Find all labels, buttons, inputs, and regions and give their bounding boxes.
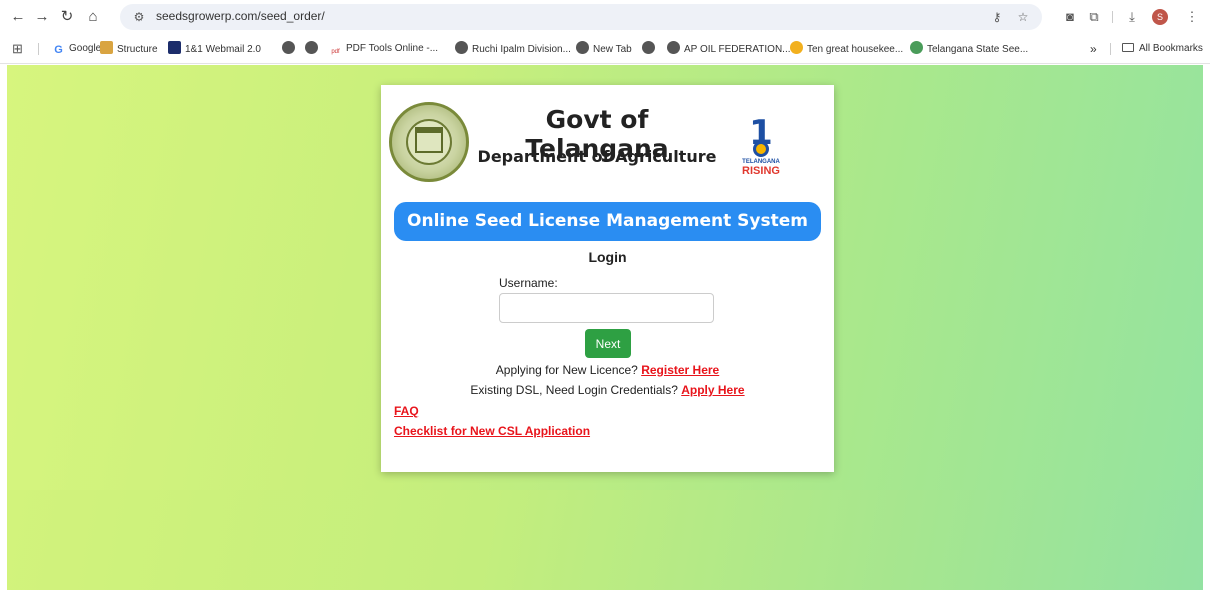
globe-icon xyxy=(455,41,468,54)
existing-dsl-line: Existing DSL, Need Login Credentials? Ap… xyxy=(381,383,834,397)
kebab-menu-icon[interactable]: ⋮ xyxy=(1182,7,1202,27)
rising-ring-icon xyxy=(753,141,769,157)
checklist-link[interactable]: Checklist for New CSL Application xyxy=(394,424,590,438)
bookmark-housekeeping[interactable]: Ten great housekee... xyxy=(790,41,903,57)
bookmark-telangana-seeds[interactable]: Telangana State See... xyxy=(910,41,1028,57)
system-name-banner: Online Seed License Management System xyxy=(394,202,821,241)
all-bookmarks-button[interactable]: All Bookmarks xyxy=(1122,41,1203,57)
bookmark-google[interactable]: G Google xyxy=(52,41,101,57)
faq-link[interactable]: FAQ xyxy=(394,404,419,418)
bookmark-globe-3[interactable] xyxy=(642,41,659,57)
google-icon: G xyxy=(52,44,65,57)
bookmark-ap-oil[interactable]: AP OIL FEDERATION... xyxy=(667,41,791,57)
globe-icon xyxy=(305,41,318,54)
bookmark-label: PDF Tools Online -... xyxy=(346,43,439,54)
bookmarks-divider xyxy=(38,43,39,55)
camera-icon[interactable]: ◙ xyxy=(1060,7,1080,27)
bookmark-label: AP OIL FEDERATION... xyxy=(684,44,791,55)
webmail-icon xyxy=(168,41,181,54)
register-here-link[interactable]: Register Here xyxy=(641,363,719,377)
forward-arrow-icon[interactable]: → xyxy=(32,7,52,27)
bookmark-globe-1[interactable] xyxy=(282,41,299,57)
home-icon[interactable]: ⌂ xyxy=(83,7,103,27)
bookmark-webmail[interactable]: 1&1 Webmail 2.0 xyxy=(168,41,261,57)
next-button[interactable]: Next xyxy=(585,329,631,358)
bookmark-structure[interactable]: Structure xyxy=(100,41,158,57)
bookmark-new-tab[interactable]: New Tab xyxy=(576,41,632,57)
bookmark-label: 1&1 Webmail 2.0 xyxy=(185,44,261,55)
emblem-tower xyxy=(415,127,443,153)
telangana-emblem-logo xyxy=(389,102,469,182)
apply-here-link[interactable]: Apply Here xyxy=(681,383,744,397)
bookmark-label: Google xyxy=(69,43,102,54)
page-background: Govt of Telangana Department of Agricult… xyxy=(7,65,1203,590)
footer-band xyxy=(7,490,1203,590)
username-input[interactable] xyxy=(499,293,714,323)
bookmark-label: Structure xyxy=(117,44,158,55)
username-label: Username: xyxy=(499,276,558,290)
bookmark-label: Ten great housekee... xyxy=(807,44,904,55)
extensions-icon[interactable]: ⧉ xyxy=(1084,7,1104,27)
bookmarks-bar: ⊞ G Google Structure 1&1 Webmail 2.0 pdf P… xyxy=(0,34,1210,64)
bookmarks-divider xyxy=(1110,43,1111,55)
folder-icon xyxy=(1122,43,1134,52)
bookmark-label: New Tab xyxy=(593,44,632,55)
telangana-icon xyxy=(910,41,923,54)
bookmarks-overflow-button[interactable]: » xyxy=(1090,41,1097,57)
department-subtitle: Department of Agriculture xyxy=(477,147,717,166)
globe-icon xyxy=(282,41,295,54)
pdf-icon: pdf xyxy=(329,46,342,59)
login-card: Govt of Telangana Department of Agricult… xyxy=(381,85,834,472)
globe-icon xyxy=(642,41,655,54)
globe-icon xyxy=(576,41,589,54)
site-info-icon[interactable]: ⚙ xyxy=(130,8,148,26)
back-arrow-icon[interactable]: ← xyxy=(8,7,28,27)
existing-dsl-text: Existing DSL, Need Login Credentials? xyxy=(470,383,678,397)
bookmark-pdf-tools[interactable]: pdf PDF Tools Online -... xyxy=(329,41,439,59)
globe-icon xyxy=(667,41,680,54)
toolbar-divider xyxy=(1112,11,1113,23)
bookmark-globe-2[interactable] xyxy=(305,41,322,57)
all-bookmarks-label: All Bookmarks xyxy=(1139,43,1203,54)
browser-toolbar: ← → ↻ ⌂ ⚙ seedsgrowerp.com/seed_order/ ⚷… xyxy=(0,0,1210,34)
bookmark-label: Ruchi Ipalm Division... xyxy=(472,44,571,55)
bookmark-label: Telangana State See... xyxy=(927,44,1029,55)
download-icon[interactable]: ⤓ xyxy=(1122,7,1142,27)
login-heading: Login xyxy=(588,249,627,265)
apps-grid-icon[interactable]: ⊞ xyxy=(12,41,23,57)
structure-icon xyxy=(100,41,113,54)
new-licence-line: Applying for New Licence? Register Here xyxy=(381,363,834,377)
coin-icon xyxy=(790,41,803,54)
bookmark-ruchi[interactable]: Ruchi Ipalm Division... xyxy=(455,41,571,57)
reload-icon[interactable]: ↻ xyxy=(57,7,77,27)
avatar[interactable]: S xyxy=(1152,9,1168,25)
new-licence-text: Applying for New Licence? xyxy=(495,363,638,377)
star-icon[interactable]: ☆ xyxy=(1014,8,1032,26)
address-bar[interactable]: ⚙ seedsgrowerp.com/seed_order/ ⚷ ☆ xyxy=(120,4,1042,30)
url-text[interactable]: seedsgrowerp.com/seed_order/ xyxy=(156,9,325,23)
telangana-rising-logo: 1 TELANGANA RISING xyxy=(731,113,791,181)
password-key-icon[interactable]: ⚷ xyxy=(988,8,1006,26)
rising-logo-bottom-text: RISING xyxy=(742,165,780,177)
